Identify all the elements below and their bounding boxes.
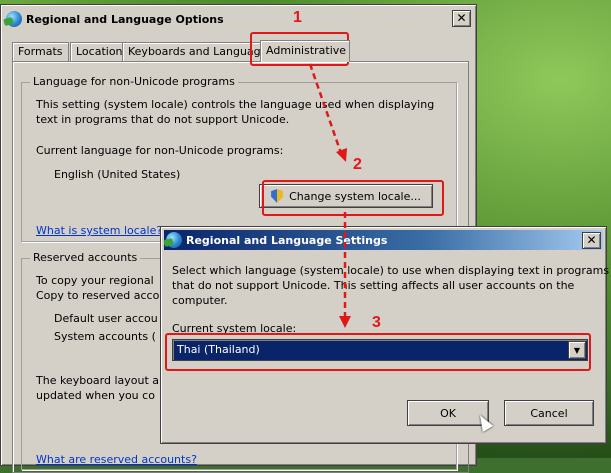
group-label: Language for non-Unicode programs: [30, 75, 238, 88]
system-locale-help-link[interactable]: What is system locale?: [36, 223, 162, 238]
dialog-close-button[interactable]: ✕: [582, 232, 601, 249]
description-line: text in programs that do not support Uni…: [36, 113, 290, 126]
dialog-description: that do not support Unicode. This settin…: [172, 279, 575, 292]
reserved-accounts-help-link[interactable]: What are reserved accounts?: [36, 452, 197, 467]
current-language-value: English (United States): [54, 168, 181, 181]
globe-icon: [166, 232, 182, 248]
cancel-button[interactable]: Cancel: [504, 400, 594, 426]
highlight-locale-select: [165, 333, 591, 371]
highlight-change-locale-button: [262, 180, 444, 216]
tab-location[interactable]: Location: [70, 42, 129, 61]
window-title: Regional and Language Options: [26, 12, 224, 26]
dialog-title: Regional and Language Settings: [186, 233, 388, 247]
globe-icon: [6, 11, 22, 27]
reserved-text: Default user accou: [54, 312, 158, 325]
reserved-text: System accounts (: [54, 330, 156, 343]
tab-administrative[interactable]: Administrative: [260, 40, 350, 62]
tab-formats[interactable]: Formats: [12, 42, 69, 61]
current-language-label: Current language for non-Unicode program…: [36, 144, 284, 157]
group-label: Reserved accounts: [30, 251, 141, 264]
reserved-text: The keyboard layout a: [36, 374, 160, 387]
titlebar: Regional and Language Options ✕: [4, 8, 473, 30]
dialog-description: computer.: [172, 294, 228, 307]
dialog-titlebar: Regional and Language Settings ✕: [164, 230, 603, 250]
reserved-text: Copy to reserved accou: [36, 289, 167, 302]
reserved-text: To copy your regional: [36, 274, 154, 287]
step-1-number: 1: [293, 9, 302, 26]
description-line: This setting (system locale) controls th…: [36, 98, 435, 111]
close-button[interactable]: ✕: [452, 10, 471, 27]
dialog-description: Select which language (system locale) to…: [172, 264, 610, 277]
step-2-number: 2: [353, 156, 362, 173]
step-3-number: 3: [372, 314, 381, 331]
non-unicode-group: Language for non-Unicode programs This s…: [21, 75, 457, 242]
reserved-text: updated when you co: [36, 389, 155, 402]
